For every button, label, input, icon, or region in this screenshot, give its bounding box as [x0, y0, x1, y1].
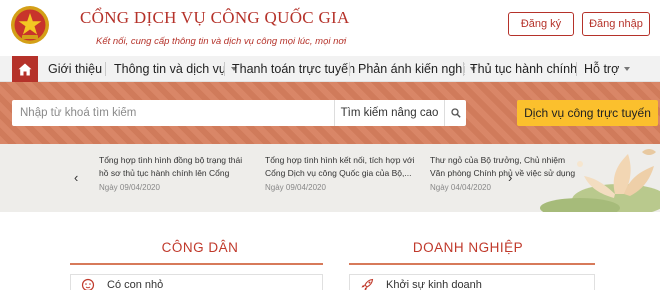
search-button[interactable] [444, 100, 466, 126]
business-section-divider [349, 263, 595, 265]
site-tagline: Kết nối, cung cấp thông tin và dịch vụ c… [96, 36, 347, 47]
main-nav: Giới thiệu Thông tin và dịch vụ Thanh to… [0, 56, 660, 82]
nav-divider [576, 62, 577, 76]
rocket-icon [360, 278, 374, 290]
national-emblem-icon[interactable] [10, 4, 50, 46]
nav-divider [105, 62, 106, 76]
advanced-search-button[interactable]: Tìm kiếm nâng cao [334, 100, 444, 126]
nav-item-label: Thông tin và dịch vụ [114, 62, 226, 76]
nav-item-label: Giới thiệu [48, 62, 103, 76]
news-date: Ngày 09/04/2020 [265, 183, 326, 192]
nav-item-label: Thủ tục hành chính [470, 62, 578, 76]
news-item[interactable]: Thư ngỏ của Bộ trưởng, Chủ nhiệm Văn phò… [430, 154, 580, 192]
news-date: Ngày 04/04/2020 [430, 183, 491, 192]
nav-divider [349, 62, 350, 76]
search-icon [450, 108, 461, 118]
news-item[interactable]: Tổng hợp tình hình đồng bộ trạng thái hồ… [99, 154, 249, 192]
chevron-down-icon [624, 67, 631, 71]
register-button[interactable]: Đăng ký [508, 12, 574, 36]
search-input[interactable] [12, 100, 334, 126]
login-button[interactable]: Đăng nhập [582, 12, 650, 36]
online-services-button[interactable]: Dịch vụ công trực tuyến [517, 100, 658, 126]
news-title[interactable]: Tổng hợp tình hình kết nối, tích hợp với… [265, 154, 415, 180]
nav-item-thanh-toan[interactable]: Thanh toán trực tuyến [232, 56, 355, 82]
news-item[interactable]: Tổng hợp tình hình kết nối, tích hợp với… [265, 154, 415, 192]
business-section-title[interactable]: DOANH NGHIỆP [340, 237, 596, 257]
nav-item-gioi-thieu[interactable]: Giới thiệu [48, 56, 102, 82]
home-icon[interactable] [12, 56, 38, 82]
nav-item-thu-tuc-hanh-chinh[interactable]: Thủ tục hành chính [470, 56, 577, 82]
nav-item-phan-anh-kien-nghi[interactable]: Phản ánh kiến nghị [358, 56, 477, 82]
nav-item-label: Thanh toán trực tuyến [232, 62, 356, 76]
business-service-item[interactable]: Khởi sự kinh doanh [349, 274, 595, 290]
news-title[interactable]: Tổng hợp tình hình đồng bộ trạng thái hồ… [99, 154, 249, 180]
news-title[interactable]: Thư ngỏ của Bộ trưởng, Chủ nhiệm Văn phò… [430, 154, 580, 180]
nav-item-ho-tro[interactable]: Hỗ trợ [584, 56, 631, 82]
site-header: CỔNG DỊCH VỤ CÔNG QUỐC GIA Kết nối, cung… [0, 0, 660, 56]
site-title[interactable]: CỔNG DỊCH VỤ CÔNG QUỐC GIA [80, 8, 350, 28]
search-bar: Tìm kiếm nâng cao [12, 100, 466, 126]
citizen-section-title[interactable]: CÔNG DÂN [70, 237, 330, 257]
service-label: Khởi sự kinh doanh [386, 278, 482, 290]
news-date: Ngày 09/04/2020 [99, 183, 160, 192]
nav-item-thong-tin-dich-vu[interactable]: Thông tin và dịch vụ [114, 56, 237, 82]
nav-divider [224, 62, 225, 76]
nav-item-label: Hỗ trợ [584, 62, 620, 76]
nav-item-label: Phản ánh kiến nghị [358, 62, 466, 76]
service-label: Có con nhỏ [107, 278, 164, 290]
citizen-section-divider [70, 263, 323, 265]
baby-icon [81, 278, 95, 290]
citizen-service-item[interactable]: Có con nhỏ [70, 274, 323, 290]
chevron-left-icon[interactable]: ‹ [74, 170, 78, 185]
nav-divider [463, 62, 464, 76]
